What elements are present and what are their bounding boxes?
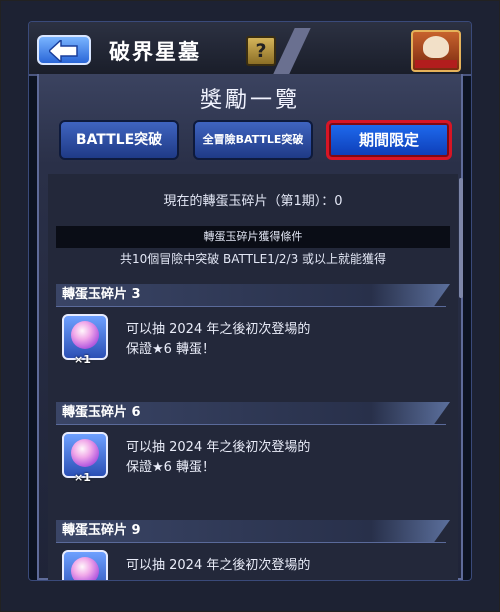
character-face-icon <box>423 36 449 58</box>
panel-title: 獎勵一覽 <box>199 88 300 113</box>
reward-description-line1: 可以抽 2024 年之後初次登場的 <box>126 440 311 455</box>
reward-title: 轉蛋玉碎片 3 <box>56 284 450 306</box>
reward-description: 可以抽 2024 年之後初次登場的 保證★6 轉蛋！ <box>126 320 310 360</box>
reward-item: 轉蛋玉碎片 6 ×1 可以抽 2024 年之後初次登場的 保證★6 轉蛋！ <box>56 402 450 484</box>
reward-description-line1: 可以抽 2024 年之後初次登場的 <box>126 558 311 573</box>
reward-title: 轉蛋玉碎片 6 <box>56 402 450 424</box>
character-avatar <box>411 30 461 72</box>
gacha-orb-icon <box>71 557 99 580</box>
condition-text: 共10個冒險中突破 BATTLE1/2/3 或以上就能獲得 <box>119 252 387 266</box>
back-arrow-icon <box>49 40 78 62</box>
character-banner <box>415 60 457 68</box>
reward-description-line2: 保證★6 轉蛋！ <box>126 342 216 357</box>
reward-description: 可以抽 2024 年之後初次登場的 保證★6 轉蛋！ <box>126 438 310 478</box>
tab-battle-break[interactable]: BATTLE突破 <box>59 120 179 160</box>
reward-quantity: ×1 <box>74 471 91 484</box>
reward-title: 轉蛋玉碎片 9 <box>56 520 450 542</box>
page-title: 破界星墓 <box>109 40 201 64</box>
scrollbar[interactable] <box>459 178 463 298</box>
reward-description-line2: 保證★6 轉蛋！ <box>126 460 216 475</box>
tab-all-adventure-battle-break[interactable]: 全冒險BATTLE突破 <box>193 120 313 160</box>
condition-title: 轉蛋玉碎片獲得條件 <box>56 226 450 248</box>
reward-quantity: ×1 <box>74 353 91 366</box>
gacha-orb-icon <box>71 321 99 349</box>
divider <box>56 306 446 307</box>
back-button[interactable] <box>37 35 91 65</box>
divider <box>56 542 446 543</box>
reward-description-line1: 可以抽 2024 年之後初次登場的 <box>126 322 311 337</box>
divider <box>56 424 446 425</box>
gacha-orb-icon <box>71 439 99 467</box>
top-bar: 破界星墓 ? <box>29 22 471 76</box>
tab-limited-time[interactable]: 期間限定 <box>326 120 452 160</box>
game-screen: 破界星墓 ? 獎勵一覽 BATTLE突破 全冒險BATTLE突破 期間限定 現在… <box>29 22 471 580</box>
reward-item: 轉蛋玉碎片 9 可以抽 2024 年之後初次登場的 <box>56 520 450 580</box>
reward-panel: 獎勵一覽 BATTLE突破 全冒險BATTLE突破 期間限定 現在的轉蛋玉碎片（… <box>37 74 463 580</box>
gacha-fragment-icon[interactable] <box>62 550 108 580</box>
current-fragment-count: 現在的轉蛋玉碎片（第1期）：0 <box>163 194 343 209</box>
reward-description: 可以抽 2024 年之後初次登場的 <box>126 556 310 576</box>
header-divider <box>273 28 311 74</box>
reward-item: 轉蛋玉碎片 3 ×1 可以抽 2024 年之後初次登場的 保證★6 轉蛋！ <box>56 284 450 366</box>
help-button[interactable]: ? <box>246 36 276 66</box>
reward-list[interactable]: 現在的轉蛋玉碎片（第1期）：0 轉蛋玉碎片獲得條件 共10個冒險中突破 BATT… <box>48 174 458 580</box>
